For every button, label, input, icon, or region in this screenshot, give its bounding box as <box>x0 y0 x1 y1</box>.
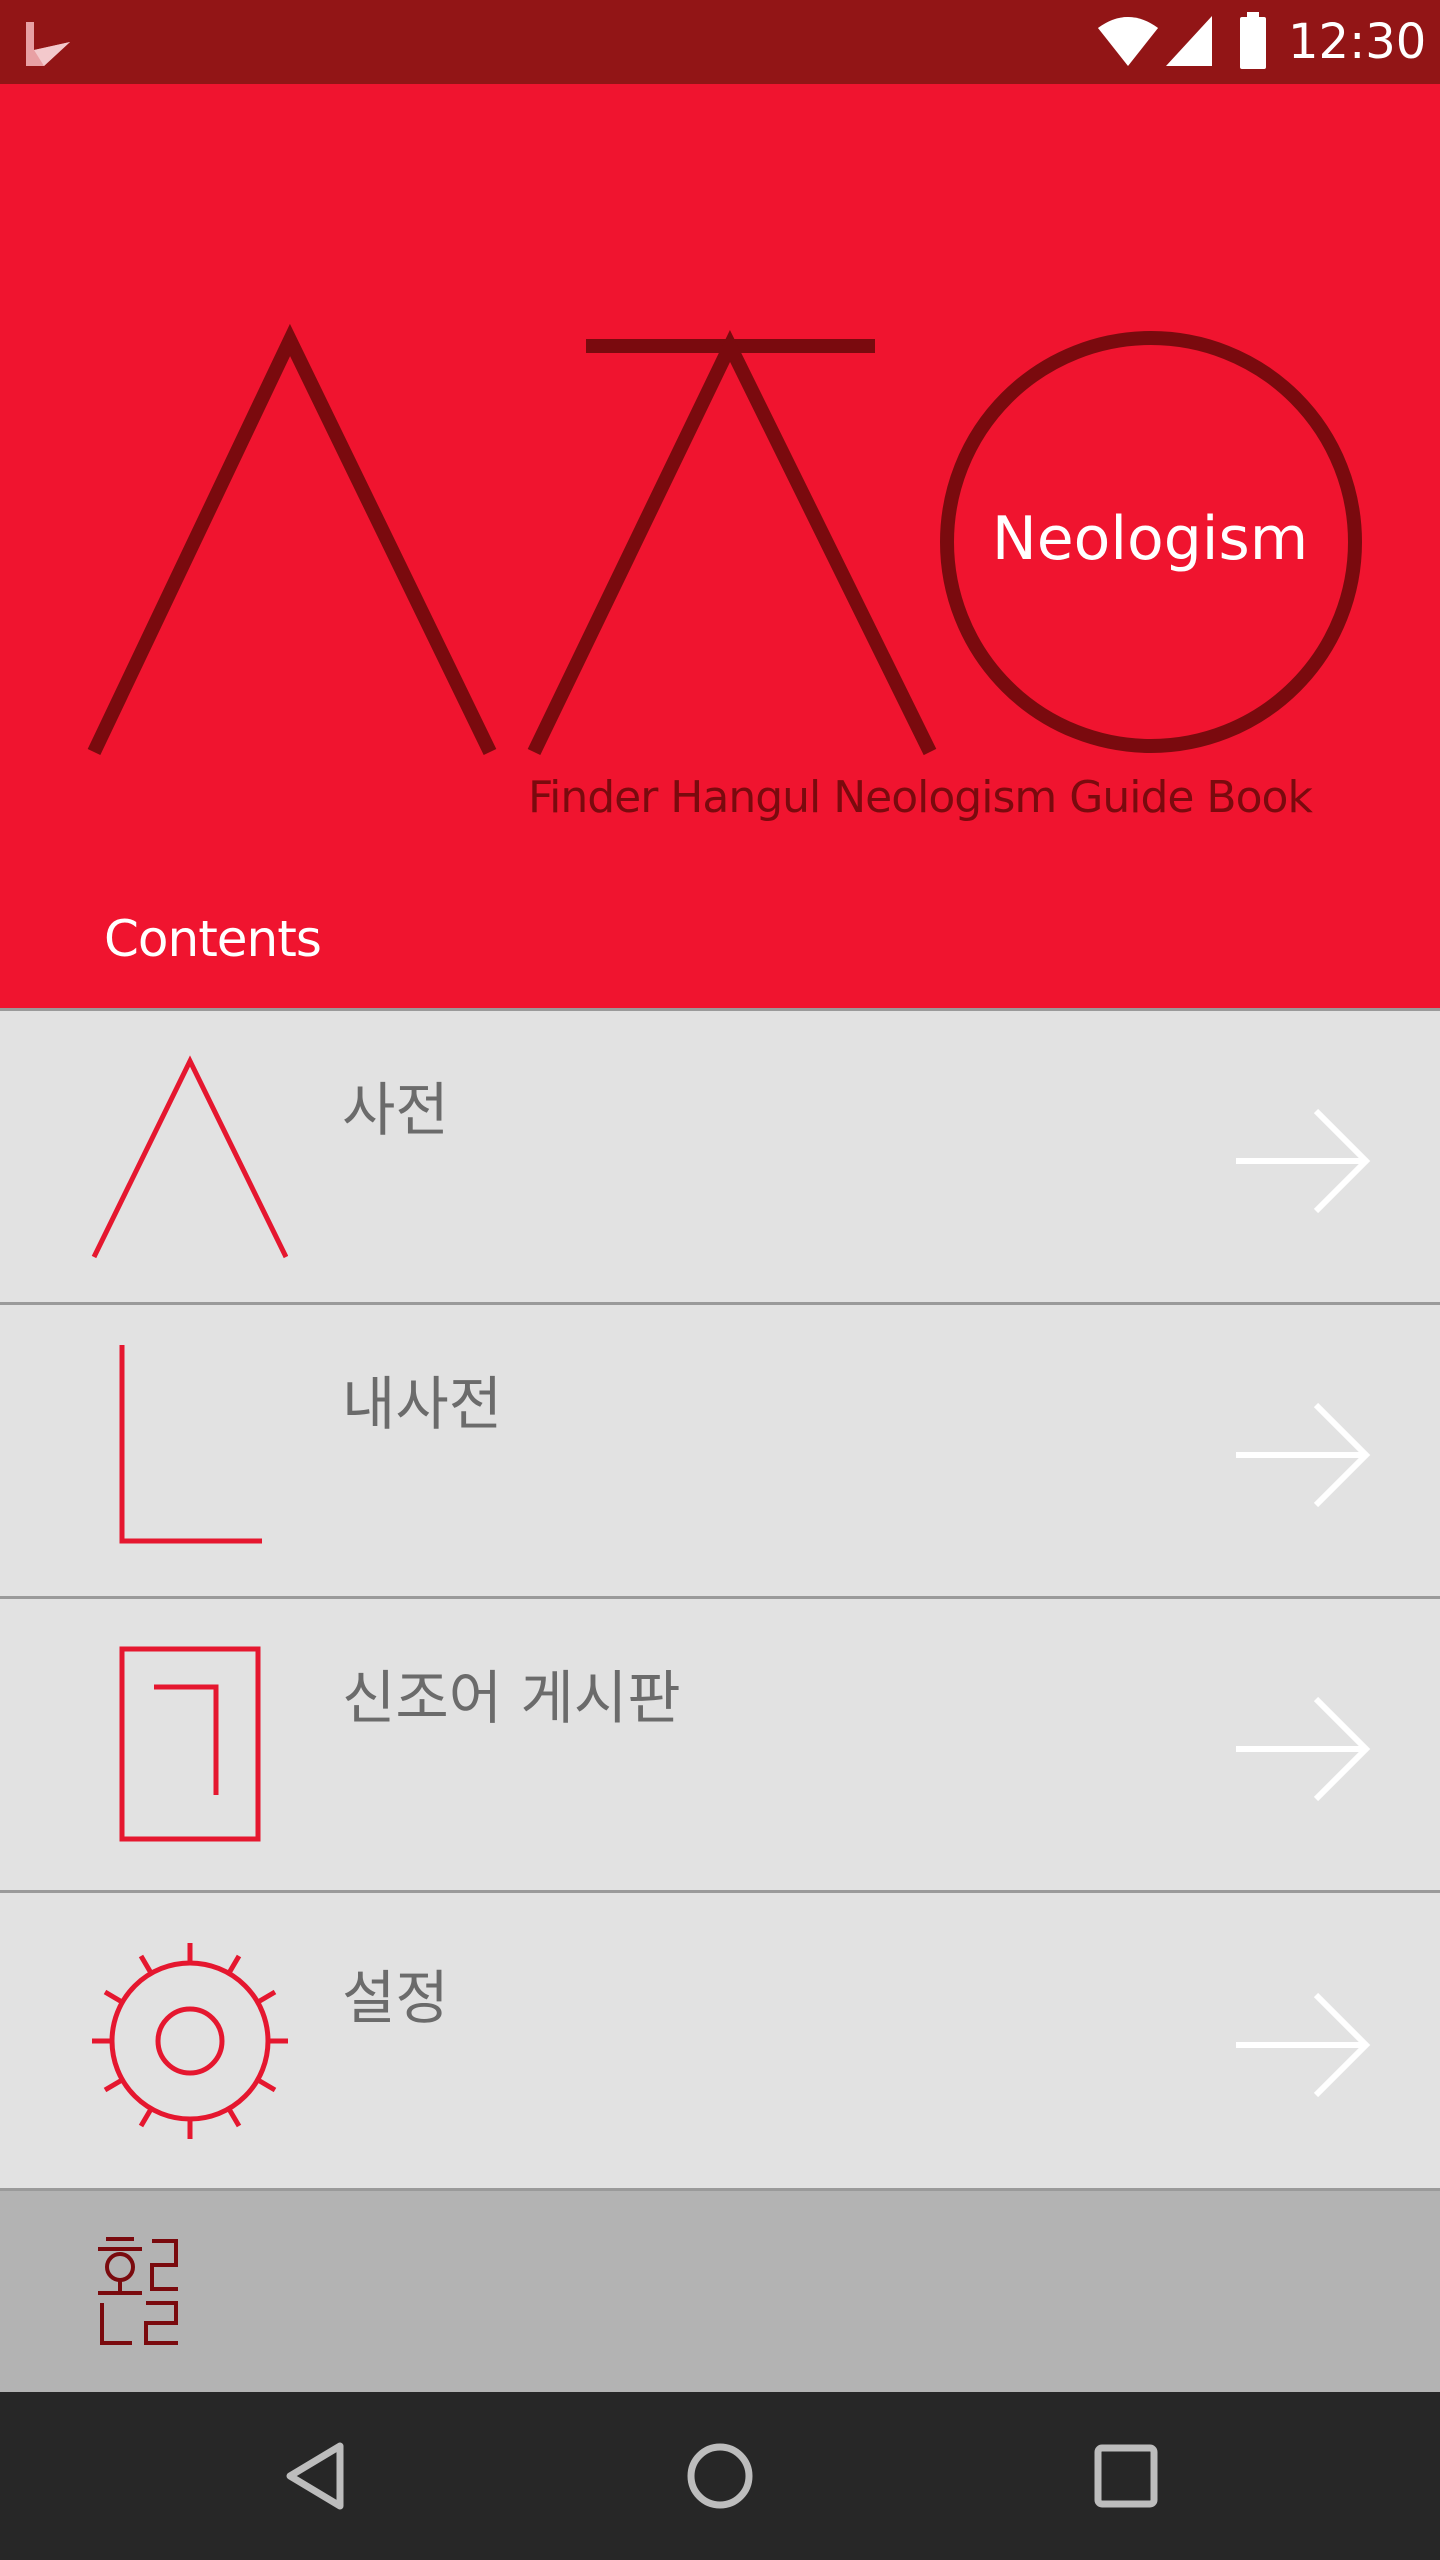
logo-jieut-stroke <box>527 330 937 756</box>
battery-icon <box>1238 12 1268 74</box>
status-bar: 12:30 <box>0 0 1440 84</box>
recents-icon[interactable] <box>1086 2436 1166 2520</box>
cell-signal-icon <box>1164 14 1214 72</box>
gear-icon <box>88 1941 288 2145</box>
giyeok-box-icon <box>88 1645 288 1849</box>
menu-item-settings[interactable]: 설정 <box>0 1890 1440 2184</box>
nieun-icon <box>88 1345 288 1559</box>
app-subtitle: Finder Hangul Neologism Guide Book <box>528 772 1313 823</box>
app-notification-icon <box>24 20 74 72</box>
arrow-right-icon <box>1234 1992 1372 2101</box>
siot-icon <box>88 1051 289 1265</box>
status-time: 12:30 <box>1288 14 1427 70</box>
menu-item-label: 내사전 <box>342 1370 503 1438</box>
contents-heading: Contents <box>104 910 322 968</box>
home-icon[interactable] <box>680 2436 760 2520</box>
neologism-badge: Neologism <box>991 504 1309 574</box>
hero-banner: Neologism Finder Hangul Neologism Guide … <box>0 84 1440 1008</box>
menu-item-label: 설정 <box>342 1964 449 2032</box>
menu-item-label: 사전 <box>342 1076 449 1144</box>
logo-siot-stroke <box>87 323 497 756</box>
menu-item-neologism-board[interactable]: 신조어 게시판 <box>0 1596 1440 1890</box>
footer-band <box>0 2188 1440 2392</box>
neologism-logo <box>87 323 1362 756</box>
menu-item-dictionary[interactable]: 사전 <box>0 1008 1440 1302</box>
wifi-icon <box>1096 14 1160 74</box>
menu-item-my-dictionary[interactable]: 내사전 <box>0 1302 1440 1596</box>
menu-item-label: 신조어 게시판 <box>342 1664 681 1732</box>
system-navigation-bar <box>0 2392 1440 2560</box>
contents-menu: 사전 내사전 신조어 게시판 설정 <box>0 1008 1440 2184</box>
arrow-right-icon <box>1234 1108 1372 1217</box>
hangul-logo <box>96 2231 186 2355</box>
arrow-right-icon <box>1234 1402 1372 1511</box>
arrow-right-icon <box>1234 1696 1372 1805</box>
back-icon[interactable] <box>276 2436 356 2520</box>
